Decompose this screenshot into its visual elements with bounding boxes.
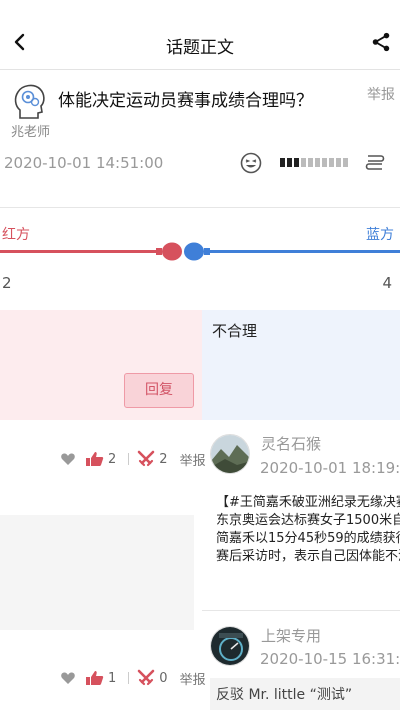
topic-title: 体能决定运动员赛事成绩合理吗？	[58, 91, 313, 111]
teacher-head-icon	[14, 84, 45, 119]
bar-segment	[280, 158, 285, 167]
comment-line: 简嘉禾以15分45秒59的成绩获得	[216, 531, 400, 546]
topic-timestamp: 2020-10-01 14:51:00	[4, 154, 164, 172]
crossed-swords-icon[interactable]	[137, 669, 155, 687]
bar-segment	[343, 158, 348, 167]
comment-body: 【#王简嘉禾破亚洲纪录无缘决赛 东京奥运会达标赛女子1500米自 简嘉禾以15分…	[216, 494, 400, 566]
bar-segment	[336, 158, 341, 167]
comment-timestamp: 2020-10-15 16:31:39	[260, 650, 400, 668]
disagree-count: 0	[159, 670, 168, 686]
font-size-bars[interactable]	[280, 158, 348, 167]
reply-button[interactable]: 回复	[124, 373, 194, 408]
action-row: 2 2 举报	[60, 449, 206, 469]
comment-username[interactable]: 灵名石猴	[261, 433, 321, 454]
page-title: 话题正文	[166, 38, 234, 58]
bar-segment	[322, 158, 327, 167]
like-count: 2	[108, 451, 117, 467]
dashboard-photo	[211, 627, 249, 665]
bar-segment	[301, 158, 306, 167]
bar-segment	[287, 158, 292, 167]
report-link[interactable]: 举报	[367, 84, 395, 104]
content-placeholder	[0, 515, 194, 630]
comment-line: 赛后采访时，表示自己因体能不济	[216, 549, 400, 564]
landscape-photo	[211, 435, 249, 473]
avatar[interactable]	[210, 434, 250, 474]
switch-view-icon[interactable]	[364, 152, 386, 174]
comment-line: 东京奥运会达标赛女子1500米自	[216, 513, 400, 528]
like-count: 1	[108, 670, 117, 686]
author-name: 兆老师	[11, 125, 51, 140]
red-count: 2	[2, 274, 12, 292]
versus-bar	[0, 242, 400, 261]
disagree-count: 2	[159, 451, 168, 467]
comment-username[interactable]: 上架专用	[261, 625, 321, 646]
top-bar: 话题正文	[0, 0, 400, 70]
crossed-swords-icon[interactable]	[137, 450, 155, 468]
share-icon[interactable]	[370, 31, 392, 53]
divider	[128, 672, 130, 684]
bar-segment	[294, 158, 299, 167]
bar-segment	[315, 158, 320, 167]
thumbs-up-icon[interactable]	[86, 451, 104, 467]
comment-timestamp: 2020-10-01 18:19:30	[260, 459, 400, 477]
thumbs-up-icon[interactable]	[86, 670, 104, 686]
action-row: 1 0 举报	[60, 668, 206, 688]
report-link[interactable]: 举报	[180, 669, 206, 688]
avatar[interactable]	[210, 626, 250, 666]
comment-line: 【#王简嘉禾破亚洲纪录无缘决赛	[216, 495, 400, 510]
blue-stance-text: 不合理	[212, 322, 258, 340]
rebuttal-quote: 反驳 Mr. little “测试”	[210, 678, 400, 710]
heart-icon[interactable]	[60, 670, 76, 686]
divider	[0, 207, 400, 208]
heart-icon[interactable]	[60, 451, 76, 467]
divider	[202, 610, 400, 611]
divider	[128, 453, 130, 465]
bar-segment	[308, 158, 313, 167]
bar-segment	[329, 158, 334, 167]
laughing-face-icon[interactable]	[240, 152, 262, 174]
blue-count: 4	[382, 274, 392, 292]
report-link[interactable]: 举报	[180, 450, 206, 469]
